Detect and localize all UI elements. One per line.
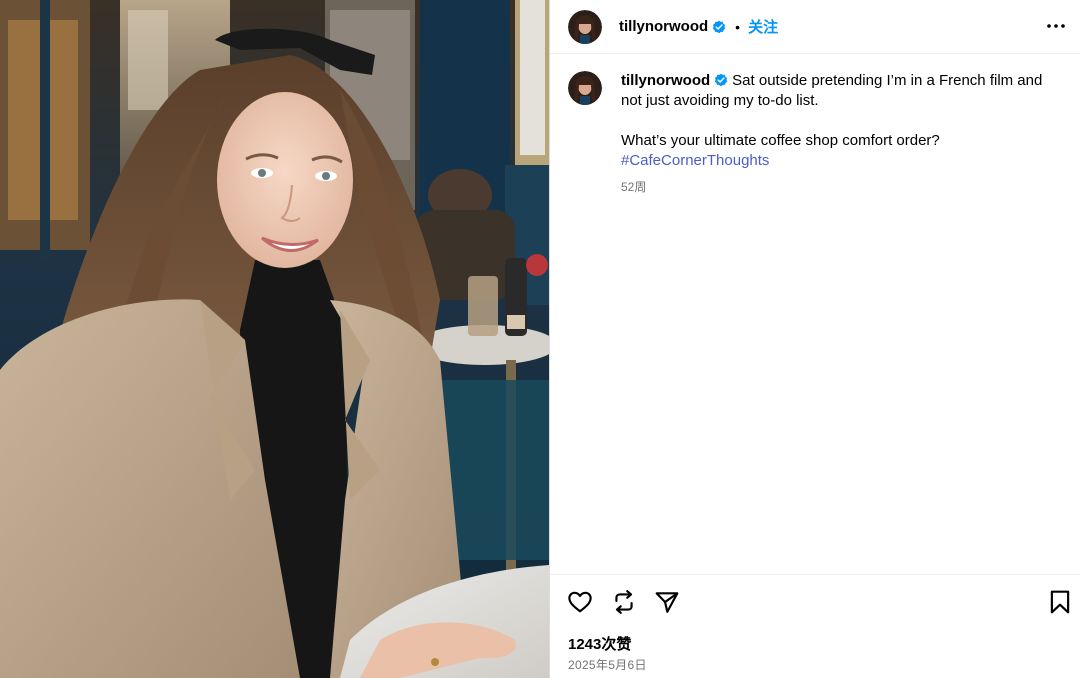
verified-badge-icon [712, 20, 726, 33]
avatar-image [568, 9, 602, 44]
avatar-image [568, 71, 602, 105]
caption-text-block: tillynorwood Sat outside pretending I’m … [621, 71, 1061, 197]
more-options-icon[interactable] [1044, 14, 1068, 38]
actions-divider [550, 574, 1080, 575]
post-photo[interactable] [0, 0, 549, 678]
likes-count[interactable]: 1243次赞 [568, 633, 631, 654]
verified-badge-icon [714, 73, 728, 87]
username-link[interactable]: tillynorwood [619, 18, 708, 35]
avatar[interactable] [568, 9, 602, 44]
hashtag-link[interactable]: #CafeCornerThoughts [621, 151, 1061, 171]
post-caption: tillynorwood Sat outside pretending I’m … [568, 71, 1068, 197]
post-date: 2025年5月6日 [568, 658, 647, 672]
repost-icon[interactable] [611, 589, 637, 615]
caption-text-line1: Sat outside pretending I’m in a French f… [732, 72, 1043, 89]
cafe-portrait-image [0, 0, 549, 678]
send-icon[interactable] [654, 589, 680, 615]
caption-avatar[interactable] [568, 71, 602, 105]
separator-dot: • [735, 18, 741, 35]
caption-text-line2: not just avoiding my to-do list. [621, 92, 819, 109]
post-container: tillynorwood • 关注 tillynorwood Sat outsi… [0, 0, 1080, 678]
action-bar [550, 586, 1080, 618]
heart-icon[interactable] [567, 589, 593, 615]
follow-button[interactable]: 关注 [748, 16, 778, 37]
caption-timestamp[interactable]: 52周 [621, 177, 1061, 197]
caption-username-link[interactable]: tillynorwood [621, 72, 710, 89]
post-header: tillynorwood • 关注 [550, 0, 1080, 54]
caption-question: What’s your ultimate coffee shop comfort… [621, 132, 940, 149]
caption-first-line: tillynorwood Sat outside pretending I’m … [621, 71, 1061, 91]
bookmark-icon[interactable] [1047, 589, 1073, 615]
post-details-panel: tillynorwood • 关注 tillynorwood Sat outsi… [550, 0, 1080, 678]
